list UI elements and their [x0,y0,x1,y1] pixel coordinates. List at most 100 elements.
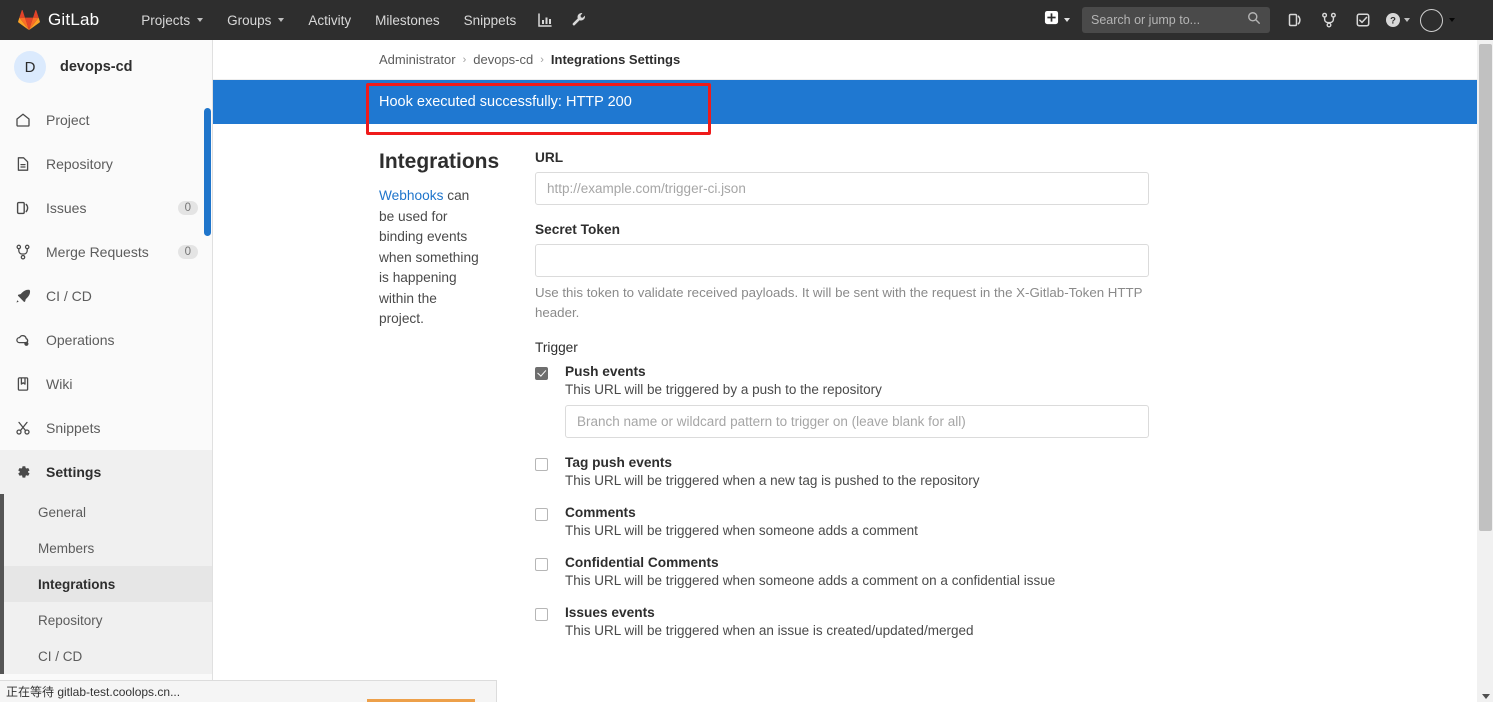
navbar-menu: Projects Groups Activity Milestones Snip… [129,0,596,40]
page-title: Integrations [379,150,500,173]
checkbox-comments[interactable] [535,507,548,521]
document-icon [14,155,32,173]
nav-item-snippets-label: Snippets [463,12,517,28]
breadcrumb-item-administrator[interactable]: Administrator [379,52,456,67]
book-icon [14,375,32,393]
nav-item-groups[interactable]: Groups [215,0,296,40]
merge-request-icon [14,243,32,261]
gitlab-brand[interactable]: GitLab [0,0,107,40]
scissors-icon [14,419,32,437]
breadcrumb-item-devops-cd[interactable]: devops-cd [473,52,533,67]
webhooks-link[interactable]: Webhooks [379,188,443,203]
new-item-button[interactable] [1040,10,1078,30]
sidebar-subitem-integrations-label: Integrations [38,576,116,592]
chevron-down-icon [197,18,204,22]
navbar-left-section: GitLab Projects Groups Activity Mileston… [0,0,596,40]
nav-item-activity-label: Activity [308,12,352,28]
sidebar-subitem-general-label: General [38,504,87,520]
sidebar-subitem-repository-label: Repository [38,612,103,628]
sidebar-subitem-ci-cd[interactable]: CI / CD [0,638,212,674]
trigger-tag-push-events-body: Tag push events This URL will be trigger… [565,455,1149,488]
project-sidebar: D devops-cd Project Repository Issues 0 … [0,40,213,702]
sidebar-subitem-members[interactable]: Members [0,530,212,566]
sidebar-subitem-ci-cd-label: CI / CD [38,648,83,664]
sidebar-item-project-label: Project [46,112,90,128]
secret-token-help: Use this token to validate received payl… [535,285,1143,320]
settings-content: Integrations Webhooks can be used for bi… [213,124,1477,655]
svg-text:?: ? [1390,16,1396,27]
secret-token-input[interactable] [535,244,1149,277]
checkbox-issues-events[interactable] [535,607,548,621]
nav-todos-check-icon[interactable] [1346,0,1380,40]
page-scrollbar-thumb[interactable] [1479,44,1492,531]
sidebar-item-snippets[interactable]: Snippets [0,406,212,450]
trigger-row-push-events: Push events This URL will be triggered b… [535,364,1149,438]
checkbox-push-events[interactable] [535,366,548,380]
nav-merge-requests-icon[interactable] [1312,0,1346,40]
push-events-branch-input[interactable] [565,404,1149,438]
nav-item-activity[interactable]: Activity [296,0,363,40]
user-menu-button[interactable] [1414,8,1455,32]
sidebar-subitem-members-label: Members [38,540,95,556]
gitlab-tanuki-logo-icon [18,9,40,31]
nav-item-snippets[interactable]: Snippets [452,0,529,40]
sidebar-scrollbar-thumb[interactable] [204,108,211,236]
nav-item-projects[interactable]: Projects [129,0,215,40]
issues-icon [14,199,32,217]
nav-analytics-chart-icon[interactable] [528,0,562,40]
checkbox-confidential-comments[interactable] [535,557,548,571]
checkbox-tag-push-events[interactable] [535,457,548,471]
breadcrumb-item-current: Integrations Settings [550,52,681,67]
trigger-row-issues-events: Issues events This URL will be triggered… [535,605,1149,638]
breadcrumb-separator: › [462,53,467,66]
sidebar-item-merge-requests[interactable]: Merge Requests 0 [0,230,212,274]
checkbox-comments-label[interactable]: Comments [565,505,1149,520]
sidebar-settings-group: Settings General Members Integrations Re… [0,450,212,674]
breadcrumb: Administrator › devops-cd › Integrations… [213,40,1477,80]
sidebar-subitem-integrations[interactable]: Integrations [0,566,212,602]
sidebar-item-repository[interactable]: Repository [0,142,212,186]
checkbox-push-events-label[interactable]: Push events [565,364,1149,379]
url-input[interactable] [535,172,1149,205]
plus-square-icon [1044,10,1059,30]
project-name: devops-cd [60,59,133,75]
avatar [1420,8,1443,32]
sidebar-project-header[interactable]: D devops-cd [0,40,212,94]
sidebar-item-wiki[interactable]: Wiki [0,362,212,406]
trigger-push-events-body: Push events This URL will be triggered b… [565,364,1149,438]
nav-admin-wrench-icon[interactable] [562,0,596,40]
search-input[interactable]: Search or jump to... [1082,7,1270,33]
checkbox-issues-events-label[interactable]: Issues events [565,605,1149,620]
trigger-row-comments: Comments This URL will be triggered when… [535,505,1149,538]
nav-item-milestones[interactable]: Milestones [363,0,452,40]
main-content: Administrator › devops-cd › Integrations… [213,40,1477,702]
sidebar-item-issues[interactable]: Issues 0 [0,186,212,230]
sidebar-subitem-general[interactable]: General [0,494,212,530]
sidebar-item-snippets-label: Snippets [46,420,101,436]
nav-item-projects-label: Projects [141,12,191,28]
success-alert-banner: Hook executed successfully: HTTP 200 [213,80,1477,124]
webhook-form: URL Secret Token Use this token to valid… [535,150,1149,655]
url-field-block: URL [535,150,1149,205]
checkbox-tag-push-events-label[interactable]: Tag push events [565,455,1149,470]
nav-item-milestones-label: Milestones [375,12,440,28]
top-navbar: GitLab Projects Groups Activity Mileston… [0,0,1493,40]
scroll-down-arrow-icon[interactable] [1482,694,1490,699]
nav-help-icon[interactable]: ? [1380,0,1414,40]
home-icon [14,111,32,129]
sidebar-item-project[interactable]: Project [0,98,212,142]
checkbox-confidential-comments-desc: This URL will be triggered when someone … [565,572,1056,588]
sidebar-item-issues-label: Issues [46,200,87,216]
cloud-gear-icon [14,331,32,349]
checkbox-confidential-comments-label[interactable]: Confidential Comments [565,555,1149,570]
sidebar-subitem-repository[interactable]: Repository [0,602,212,638]
nav-issues-icon[interactable] [1278,0,1312,40]
sidebar-item-ci-cd[interactable]: CI / CD [0,274,212,318]
trigger-row-tag-push-events: Tag push events This URL will be trigger… [535,455,1149,488]
search-placeholder: Search or jump to... [1091,13,1201,27]
integrations-description-rest: can be used for binding events when some… [379,188,479,327]
sidebar-item-settings[interactable]: Settings [0,450,212,494]
sidebar-item-operations[interactable]: Operations [0,318,212,362]
integrations-description: Webhooks can be used for binding events … [379,186,485,330]
checkbox-comments-desc: This URL will be triggered when someone … [565,522,918,538]
